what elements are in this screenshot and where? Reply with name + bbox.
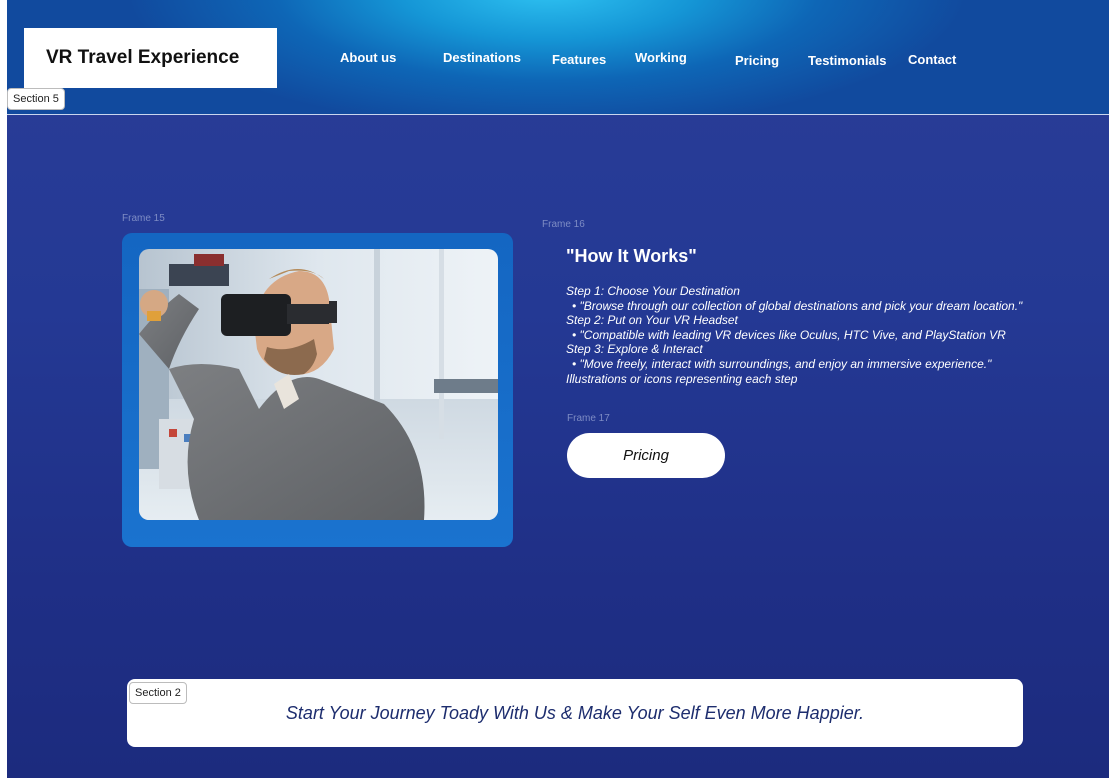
nav-about-us[interactable]: About us [340, 50, 396, 65]
pricing-button[interactable]: Pricing [567, 433, 725, 478]
nav-working[interactable]: Working [635, 50, 687, 65]
nav-pricing[interactable]: Pricing [735, 53, 779, 68]
cta-banner: Start Your Journey Toady With Us & Make … [127, 679, 1023, 747]
frame-17-label: Frame 17 [567, 413, 610, 424]
step-3-text: • "Move freely, interact with surroundin… [572, 356, 992, 371]
how-it-works-title: "How It Works" [566, 246, 697, 266]
nav-contact[interactable]: Contact [908, 52, 956, 67]
image-frame [122, 233, 513, 547]
logo-text: VR Travel Experience [46, 47, 240, 68]
steps-note: Illustrations or icons representing each… [566, 371, 798, 386]
nav-features[interactable]: Features [552, 52, 606, 67]
step-1-text: • "Browse through our collection of glob… [572, 298, 1023, 313]
frame-16-label: Frame 16 [542, 219, 585, 230]
step-1-title: Step 1: Choose Your Destination [566, 284, 740, 298]
frame-15-label: Frame 15 [122, 213, 165, 224]
section-5-tag: Section 5 [7, 88, 65, 110]
page-canvas: VR Travel Experience About us Destinatio… [7, 0, 1109, 778]
step-3-title: Step 3: Explore & Interact [566, 342, 703, 357]
nav-testimonials[interactable]: Testimonials [808, 53, 887, 68]
step-2-title: Step 2: Put on Your VR Headset [566, 313, 738, 328]
nav-destinations[interactable]: Destinations [443, 50, 521, 65]
vr-headset-photo [139, 249, 498, 520]
section-2-tag: Section 2 [129, 682, 187, 704]
logo[interactable]: VR Travel Experience [24, 28, 277, 88]
site-header: VR Travel Experience About us Destinatio… [7, 0, 1109, 115]
step-2-text: • "Compatible with leading VR devices li… [572, 327, 1006, 342]
steps-list: Step 1: Choose Your Destination • "Brows… [566, 284, 1061, 386]
cta-text: Start Your Journey Toady With Us & Make … [285, 703, 865, 723]
